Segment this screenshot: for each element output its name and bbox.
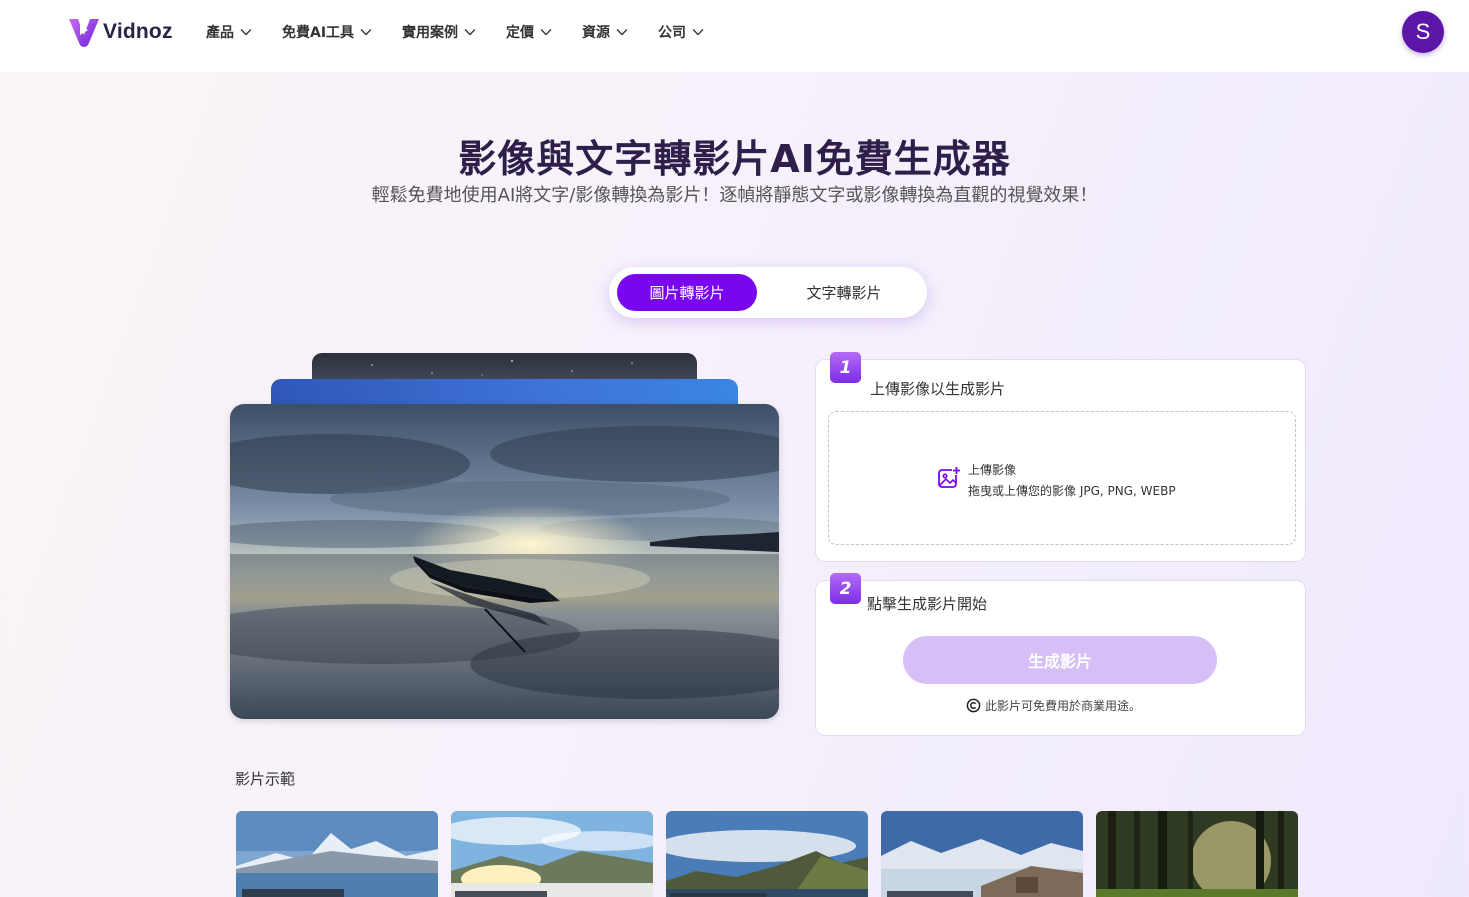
example-thumbnail[interactable] — [881, 811, 1083, 897]
nav-item-pricing[interactable]: 定價 — [506, 22, 552, 42]
mode-toggle: 圖片轉影片 文字轉影片 — [609, 267, 927, 318]
commercial-use-note: 此影片可免費用於商業用途。 — [966, 697, 1141, 714]
example-thumbnail[interactable] — [1096, 811, 1298, 897]
example-thumbnail[interactable] — [666, 811, 868, 897]
example-thumbnail[interactable] — [236, 811, 438, 897]
user-avatar[interactable]: S — [1402, 11, 1444, 53]
step2-label: 點擊生成影片開始 — [867, 595, 988, 613]
alpine-lake-clouds-image — [666, 811, 868, 897]
nav-item-company[interactable]: 公司 — [658, 22, 704, 42]
snowy-mountain-lake-image — [236, 811, 438, 897]
nav-item-free-ai-tools[interactable]: 免費AI工具 — [282, 22, 372, 42]
step2-badge: 2 — [830, 573, 861, 604]
page-title: 影像與文字轉影片AI免費生成器 — [458, 137, 1011, 181]
tab-image-to-video[interactable]: 圖片轉影片 — [617, 274, 757, 311]
nav-item-products[interactable]: 產品 — [206, 22, 252, 42]
generate-video-button[interactable]: 生成影片 — [903, 636, 1217, 684]
step1-label: 上傳影像以生成影片 — [870, 380, 1006, 398]
vidnoz-logo[interactable]: Vidnoz — [66, 15, 173, 49]
upload-format-hint: 拖曳或上傳您的影像 JPG, PNG, WEBP — [968, 484, 1176, 498]
nav-item-label: 免費AI工具 — [282, 25, 355, 41]
chevron-down-icon — [616, 29, 628, 36]
chevron-down-icon — [464, 29, 476, 36]
top-navigation: Vidnoz 產品 免費AI工具 實用案例 定價 資源 公司 S — [0, 0, 1469, 72]
lake-boat-image — [230, 404, 779, 719]
upload-title: 上傳影像 — [968, 463, 1017, 477]
step1-badge: 1 — [830, 352, 861, 383]
nav-item-label: 公司 — [658, 25, 687, 41]
examples-heading: 影片示範 — [235, 770, 296, 788]
chevron-down-icon — [540, 29, 552, 36]
image-upload-dropzone[interactable] — [828, 411, 1296, 545]
nav-item-resources[interactable]: 資源 — [582, 22, 628, 42]
image-upload-icon — [938, 466, 961, 488]
preview-image — [230, 404, 779, 719]
chevron-down-icon — [240, 29, 252, 36]
nav-item-label: 定價 — [506, 25, 535, 41]
nav-item-use-cases[interactable]: 實用案例 — [402, 22, 476, 42]
page-subtitle: 輕鬆免費地使用AI將文字/影像轉換為影片！逐幀將靜態文字或影像轉換為直觀的視覺效… — [371, 185, 1098, 206]
chevron-down-icon — [360, 29, 372, 36]
nav-item-label: 產品 — [206, 25, 234, 41]
nav-item-label: 資源 — [582, 25, 611, 41]
copyright-icon — [966, 698, 981, 713]
brand-name: Vidnoz — [103, 20, 173, 43]
commercial-use-text: 此影片可免費用於商業用途。 — [985, 699, 1142, 713]
tab-text-to-video[interactable]: 文字轉影片 — [769, 274, 919, 311]
nav-menu: 產品 免費AI工具 實用案例 定價 資源 公司 — [206, 22, 734, 42]
sunlit-forest-image — [1096, 811, 1298, 897]
sunrise-valley-image — [451, 811, 653, 897]
mountain-cabin-fog-image — [881, 811, 1083, 897]
example-thumbnail[interactable] — [451, 811, 653, 897]
chevron-down-icon — [692, 29, 704, 36]
vidnoz-logo-icon — [69, 19, 99, 47]
nav-item-label: 實用案例 — [402, 25, 459, 41]
